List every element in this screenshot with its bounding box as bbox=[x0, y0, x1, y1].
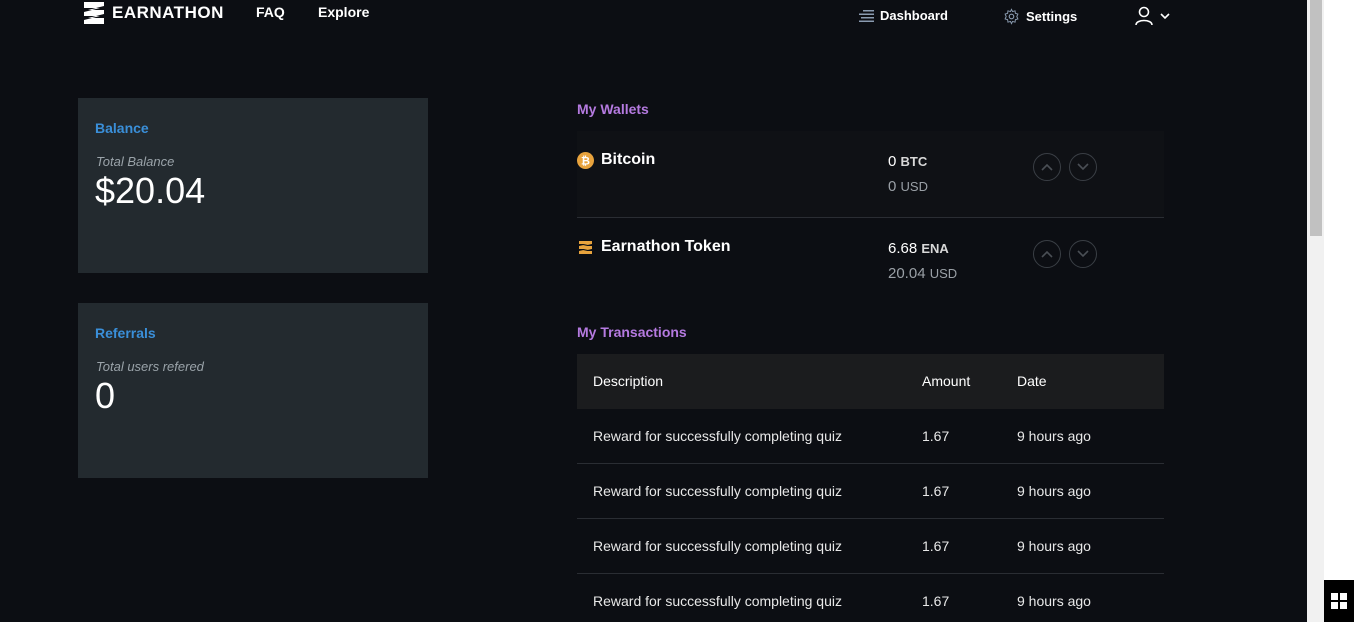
balance-value: $20.04 bbox=[95, 170, 206, 211]
transactions-title: My Transactions bbox=[577, 324, 687, 340]
row-amount: 1.67 bbox=[922, 593, 950, 609]
wallet-usd-value: 20.04 bbox=[888, 265, 926, 282]
wallet-usd-unit: USD bbox=[929, 266, 958, 281]
windows-logo-icon bbox=[1331, 593, 1347, 609]
row-amount: 1.67 bbox=[922, 483, 950, 499]
row-description: Reward for successfully completing quiz bbox=[593, 538, 842, 554]
wallet-name-label: Bitcoin bbox=[601, 151, 656, 168]
nav-dashboard[interactable]: Dashboard bbox=[859, 8, 948, 23]
bitcoin-icon: ₿ bbox=[577, 151, 594, 169]
wallet-withdraw-button[interactable] bbox=[1069, 240, 1097, 268]
table-header: Description Amount Date bbox=[577, 354, 1164, 409]
row-description: Reward for successfully completing quiz bbox=[593, 593, 842, 609]
nav-faq[interactable]: FAQ bbox=[256, 4, 285, 20]
chevron-down-icon bbox=[1077, 250, 1089, 258]
referrals-subtitle: Total users refered bbox=[96, 359, 204, 374]
wallet-amount-unit: ENA bbox=[921, 241, 949, 256]
row-amount: 1.67 bbox=[922, 428, 950, 444]
balance-title: Balance bbox=[95, 120, 149, 136]
column-header-description: Description bbox=[593, 373, 664, 389]
wallet-name-bitcoin: ₿ Bitcoin bbox=[577, 151, 655, 169]
user-icon bbox=[1135, 6, 1153, 26]
wallet-usd: 0 USD bbox=[888, 178, 928, 195]
table-row: Reward for successfully completing quiz … bbox=[577, 519, 1164, 574]
wallet-name-label: Earnathon Token bbox=[601, 238, 731, 255]
wallet-deposit-button[interactable] bbox=[1033, 240, 1061, 268]
nav-settings-label: Settings bbox=[1026, 9, 1078, 24]
referrals-value: 0 bbox=[95, 375, 116, 416]
balance-subtitle: Total Balance bbox=[96, 154, 175, 169]
wallet-withdraw-button[interactable] bbox=[1069, 153, 1097, 181]
wallet-amount-unit: BTC bbox=[900, 154, 928, 169]
row-amount: 1.67 bbox=[922, 538, 950, 554]
column-header-amount: Amount bbox=[922, 373, 971, 389]
row-date: 9 hours ago bbox=[1017, 593, 1091, 609]
chevron-up-icon bbox=[1041, 163, 1053, 171]
row-description: Reward for successfully completing quiz bbox=[593, 428, 842, 444]
nav-settings[interactable]: Settings bbox=[1003, 8, 1077, 25]
windows-start-button[interactable] bbox=[1324, 580, 1354, 622]
earnathon-token-icon bbox=[579, 240, 592, 254]
wallet-amount: 6.68 ENA bbox=[888, 240, 949, 257]
referrals-card: Referrals Total users refered 0 bbox=[78, 303, 428, 478]
column-header-date: Date bbox=[1017, 373, 1047, 389]
row-date: 9 hours ago bbox=[1017, 483, 1091, 499]
nav-explore[interactable]: Explore bbox=[318, 4, 369, 20]
wallet-row-bitcoin: ₿ Bitcoin 0 BTC 0 USD bbox=[577, 131, 1164, 218]
wallet-usd-value: 0 bbox=[888, 178, 897, 195]
wallet-usd-unit: USD bbox=[900, 179, 928, 194]
user-menu[interactable] bbox=[1134, 6, 1176, 26]
table-row: Reward for successfully completing quiz … bbox=[577, 409, 1164, 464]
wallet-amount: 0 BTC bbox=[888, 153, 927, 170]
chevron-up-icon bbox=[1041, 250, 1053, 258]
balance-card: Balance Total Balance $20.04 bbox=[78, 98, 428, 273]
wallet-row-earnathon-token: Earnathon Token 6.68 ENA 20.04 USD bbox=[577, 218, 1164, 305]
chevron-down-icon bbox=[1160, 13, 1170, 20]
referrals-title: Referrals bbox=[95, 325, 156, 341]
row-date: 9 hours ago bbox=[1017, 428, 1091, 444]
nav-dashboard-label: Dashboard bbox=[880, 8, 948, 23]
wallet-amount-value: 6.68 bbox=[888, 240, 918, 257]
dashboard-icon bbox=[859, 9, 874, 22]
earnathon-logo-icon bbox=[84, 2, 104, 24]
wallet-amount-value: 0 bbox=[888, 153, 897, 170]
svg-text:₿: ₿ bbox=[581, 154, 590, 167]
brand-logo[interactable]: EARNATHON bbox=[80, 0, 224, 26]
wallet-deposit-button[interactable] bbox=[1033, 153, 1061, 181]
wallets-title: My Wallets bbox=[577, 101, 649, 117]
chevron-down-icon bbox=[1077, 163, 1089, 171]
brand-name: EARNATHON bbox=[112, 3, 224, 22]
scrollbar-thumb[interactable] bbox=[1310, 0, 1322, 236]
wallet-usd: 20.04 USD bbox=[888, 265, 957, 282]
wallet-name-earnathon-token: Earnathon Token bbox=[577, 238, 731, 256]
transactions-table: Description Amount Date Reward for succe… bbox=[577, 354, 1164, 622]
table-row: Reward for successfully completing quiz … bbox=[577, 464, 1164, 519]
table-row: Reward for successfully completing quiz … bbox=[577, 574, 1164, 622]
desktop-edge bbox=[1324, 0, 1354, 580]
row-description: Reward for successfully completing quiz bbox=[593, 483, 842, 499]
row-date: 9 hours ago bbox=[1017, 538, 1091, 554]
gear-icon bbox=[1004, 8, 1019, 25]
